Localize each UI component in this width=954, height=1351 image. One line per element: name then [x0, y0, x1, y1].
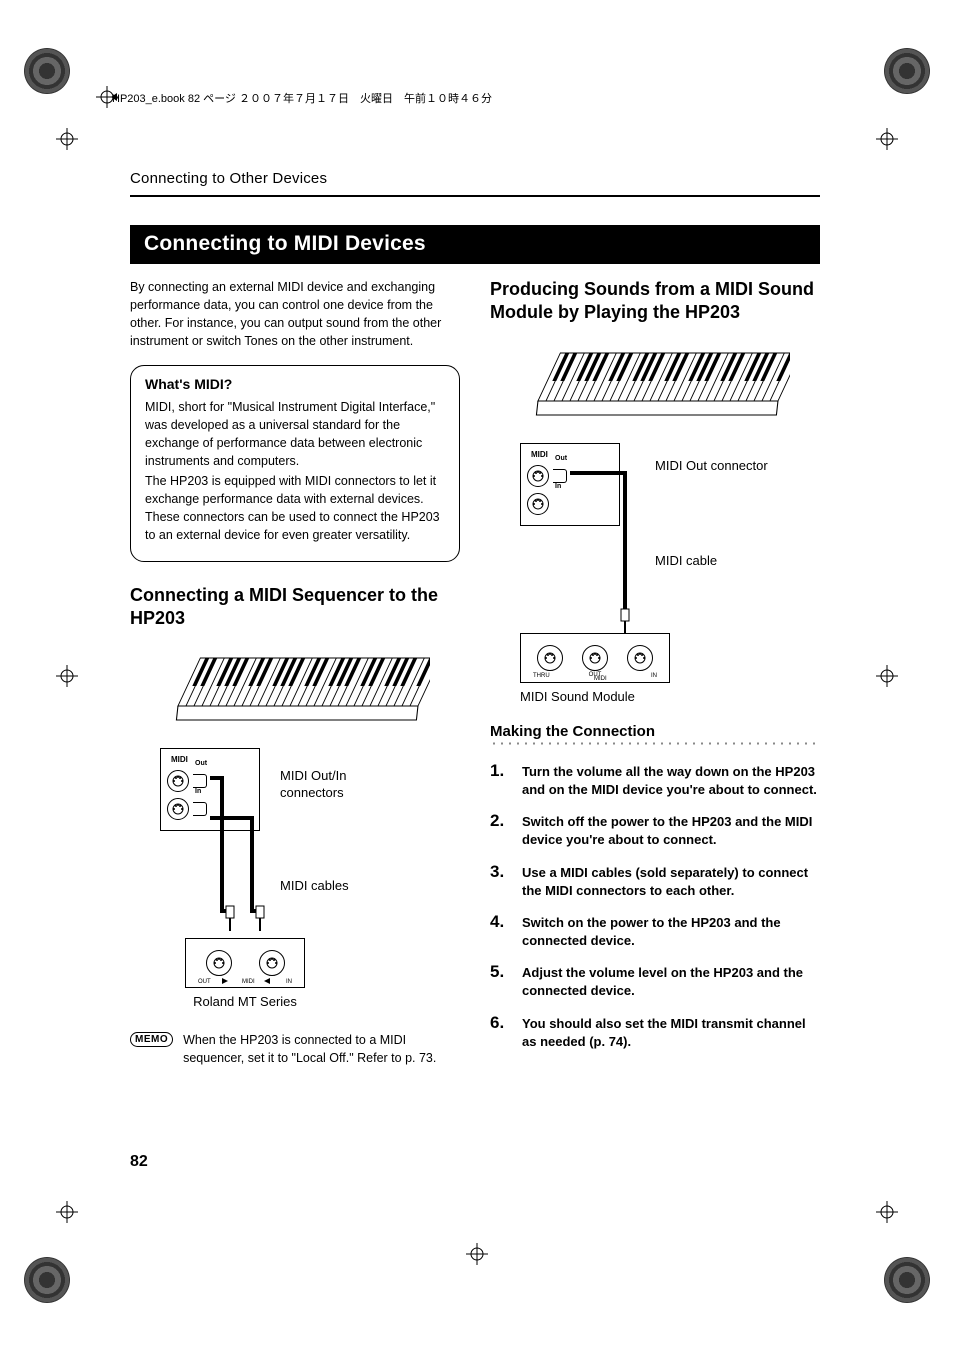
reg-mark-bl	[56, 1201, 78, 1223]
right-module-box: THRU MIDI IN OUT	[520, 633, 670, 683]
midi-panel-label: MIDI	[171, 755, 245, 764]
memo-text: When the HP203 is connected to a MIDI se…	[183, 1032, 460, 1067]
reg-mark-mr	[876, 665, 898, 687]
running-head: Connecting to Other Devices	[130, 170, 820, 187]
right-module-out-port-icon	[582, 645, 608, 671]
module-arrows-icon	[186, 977, 306, 985]
midi-cables-label: MIDI cables	[280, 878, 349, 895]
intro-paragraph: By connecting an external MIDI device an…	[130, 278, 460, 351]
section-title-bar: Connecting to MIDI Devices	[130, 225, 820, 264]
crop-mark-bl	[24, 1257, 70, 1303]
right-midi-panel-label: MIDI	[531, 450, 605, 459]
memo-icon: MEMO	[130, 1032, 173, 1047]
step-4-text: Switch on the power to the HP203 and the…	[522, 912, 820, 950]
step-3-text: Use a MIDI cables (sold separately) to c…	[522, 862, 820, 900]
steps-list: 1. Turn the volume all the way down on th…	[490, 761, 820, 1051]
right-midi-out-port-icon	[527, 465, 549, 487]
step-6: 6. You should also set the MIDI transmit …	[490, 1013, 820, 1051]
step-1-text: Turn the volume all the way down on the …	[522, 761, 820, 799]
reg-mark-ml	[56, 665, 78, 687]
module-out-port-icon	[206, 950, 232, 976]
page-number: 82	[130, 1153, 148, 1171]
crop-mark-br	[884, 1257, 930, 1303]
making-connection-heading: Making the Connection	[490, 723, 820, 740]
midi-out-port-icon	[167, 770, 189, 792]
keyboard-illustration	[150, 648, 430, 738]
reg-mark-br	[876, 1201, 898, 1223]
step-4-number: 4.	[490, 912, 512, 950]
midi-in-port-icon	[167, 798, 189, 820]
left-module-caption: Roland MT Series	[185, 994, 305, 1009]
step-1-number: 1.	[490, 761, 512, 799]
left-subheading: Connecting a MIDI Sequencer to the HP203	[130, 584, 460, 631]
step-5-text: Adjust the volume level on the HP203 and…	[522, 962, 820, 1000]
whats-midi-box: What's MIDI? MIDI, short for "Musical In…	[130, 365, 460, 562]
step-3: 3. Use a MIDI cables (sold separately) to…	[490, 862, 820, 900]
step-1: 1. Turn the volume all the way down on th…	[490, 761, 820, 799]
step-5: 5. Adjust the volume level on the HP203 a…	[490, 962, 820, 1000]
step-2: 2. Switch off the power to the HP203 and …	[490, 811, 820, 849]
reg-mark-bc	[466, 1243, 488, 1265]
step-4: 4. Switch on the power to the HP203 and t…	[490, 912, 820, 950]
right-subheading: Producing Sounds from a MIDI Sound Modul…	[490, 278, 820, 325]
right-module-in-port-icon	[627, 645, 653, 671]
left-diagram: MIDI Out In	[130, 648, 460, 1018]
right-keyboard-illustration	[510, 343, 790, 433]
left-module-box: OUT MIDI IN	[185, 938, 305, 988]
step-5-number: 5.	[490, 962, 512, 1000]
crop-mark-tr	[884, 48, 930, 94]
right-module-in-label: IN	[651, 673, 657, 680]
right-module-thru-port-icon	[537, 645, 563, 671]
right-midi-in-port-icon	[527, 493, 549, 515]
whats-midi-title: What's MIDI?	[145, 376, 445, 392]
right-midi-cable	[560, 461, 760, 641]
step-6-number: 6.	[490, 1013, 512, 1051]
module-in-port-icon	[259, 950, 285, 976]
crop-mark-tl	[24, 48, 70, 94]
printer-header-line: HP203_e.book 82 ページ ２００７年７月１７日 火曜日 午前１０時…	[112, 90, 492, 106]
right-module-out-label: OUT	[589, 672, 602, 678]
reg-mark-tl	[56, 128, 78, 150]
right-midi-cable-label: MIDI cable	[655, 553, 717, 570]
whats-midi-p2: The HP203 is equipped with MIDI connecto…	[145, 472, 445, 545]
dotted-rule	[490, 742, 820, 745]
reg-mark-tr	[876, 128, 898, 150]
step-2-number: 2.	[490, 811, 512, 849]
left-midi-cables	[200, 766, 400, 946]
right-module-thru-label: THRU	[533, 673, 550, 680]
step-2-text: Switch off the power to the HP203 and th…	[522, 811, 820, 849]
right-module-caption: MIDI Sound Module	[520, 689, 690, 704]
running-head-rule	[130, 195, 820, 197]
step-3-number: 3.	[490, 862, 512, 900]
step-6-text: You should also set the MIDI transmit ch…	[522, 1013, 820, 1051]
whats-midi-p1: MIDI, short for "Musical Instrument Digi…	[145, 398, 445, 471]
right-diagram: MIDI Out In MIDI Out connector	[490, 343, 820, 693]
